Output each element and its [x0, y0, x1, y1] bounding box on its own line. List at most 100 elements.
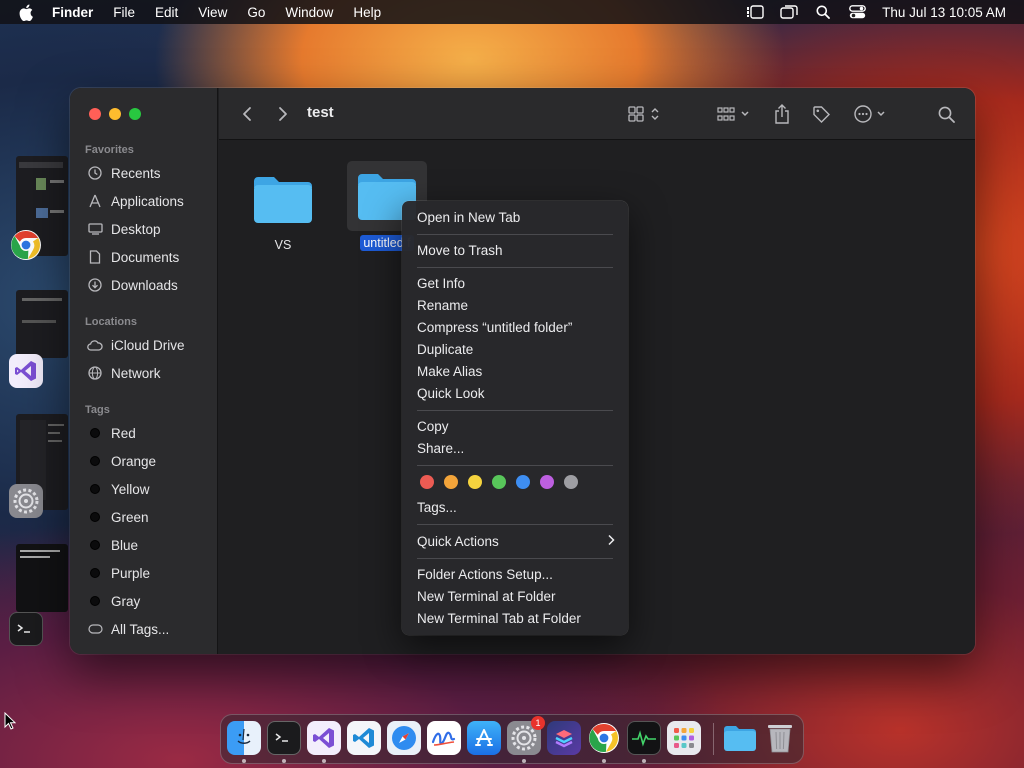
close-button[interactable] — [89, 108, 101, 120]
dock-launchpad-icon[interactable] — [667, 721, 701, 755]
dock-system-settings-icon[interactable]: 1 — [507, 716, 545, 755]
dock-finder-icon[interactable] — [227, 721, 261, 755]
menu-item-folder-actions-setup[interactable]: Folder Actions Setup... — [417, 565, 615, 585]
dock-running-indicator — [322, 759, 326, 763]
terminal-icon[interactable] — [9, 612, 43, 646]
sidebar-item-applications[interactable]: Applications — [87, 190, 212, 212]
tags-button[interactable] — [809, 102, 833, 126]
apple-menu-icon[interactable] — [0, 4, 52, 21]
sidebar-item-label: Blue — [111, 537, 139, 553]
menu-item-tags[interactable]: Tags... — [417, 498, 615, 518]
system-settings-icon[interactable] — [9, 484, 43, 518]
dock-downloads-folder-icon[interactable] — [723, 721, 757, 755]
minimize-button[interactable] — [109, 108, 121, 120]
group-by-button[interactable] — [713, 102, 753, 126]
sidebar-tag-yellow[interactable]: Yellow — [87, 478, 212, 500]
visual-studio-icon[interactable] — [9, 354, 43, 388]
share-button[interactable] — [771, 102, 793, 126]
globe-icon — [87, 365, 103, 381]
tag-dot-icon — [90, 568, 100, 578]
dock-visual-studio-icon[interactable] — [307, 721, 341, 755]
dock-terminal-icon[interactable] — [267, 721, 301, 755]
dock-app-store-icon[interactable] — [467, 721, 501, 755]
screen-mirroring-icon[interactable] — [772, 5, 806, 19]
window-title: test — [307, 104, 334, 121]
more-actions-button[interactable] — [851, 102, 889, 126]
sidebar-item-all-tags[interactable]: All Tags... — [87, 618, 212, 640]
dock-trash-icon[interactable] — [763, 721, 797, 755]
menu-go[interactable]: Go — [237, 5, 275, 20]
menu-item-duplicate[interactable]: Duplicate — [417, 340, 615, 360]
menu-item-make-alias[interactable]: Make Alias — [417, 362, 615, 382]
sidebar-item-label: Purple — [111, 565, 151, 581]
menu-file[interactable]: File — [103, 5, 145, 20]
dock-running-indicator — [282, 759, 286, 763]
stage-manager-icon[interactable] — [738, 5, 772, 19]
chevron-right-icon — [607, 532, 615, 552]
menu-help[interactable]: Help — [343, 5, 391, 20]
spotlight-icon[interactable] — [806, 5, 840, 19]
view-mode-button[interactable] — [624, 102, 664, 126]
menu-item-rename[interactable]: Rename — [417, 296, 615, 316]
sidebar-tag-gray[interactable]: Gray — [87, 590, 212, 612]
sidebar-tag-red[interactable]: Red — [87, 422, 212, 444]
tag-swatch-gray[interactable] — [564, 475, 578, 489]
stage-thumbnail-terminal[interactable] — [16, 544, 68, 612]
download-icon — [87, 277, 103, 293]
zoom-button[interactable] — [129, 108, 141, 120]
menu-window[interactable]: Window — [275, 5, 343, 20]
menu-item-new-terminal-at-folder[interactable]: New Terminal at Folder — [417, 587, 615, 607]
dock-safari-icon[interactable] — [387, 721, 421, 755]
tag-swatch-green[interactable] — [492, 475, 506, 489]
sidebar-item-recents[interactable]: Recents — [87, 162, 212, 184]
tag-swatch-red[interactable] — [420, 475, 434, 489]
tag-swatch-blue[interactable] — [516, 475, 530, 489]
control-center-icon[interactable] — [840, 5, 874, 19]
tag-swatch-orange[interactable] — [444, 475, 458, 489]
back-button[interactable] — [237, 102, 257, 126]
menu-item-compress[interactable]: Compress “untitled folder” — [417, 318, 615, 338]
menu-item-quick-actions[interactable]: Quick Actions — [417, 532, 615, 552]
sidebar-item-icloud-drive[interactable]: iCloud Drive — [87, 334, 212, 356]
forward-button[interactable] — [273, 102, 293, 126]
menu-item-open-in-new-tab[interactable]: Open in New Tab — [417, 208, 615, 228]
dock-activity-monitor-icon[interactable] — [627, 721, 661, 755]
menu-item-quick-look[interactable]: Quick Look — [417, 384, 615, 404]
dock-freeform-icon[interactable] — [427, 721, 461, 755]
app-menu-finder[interactable]: Finder — [52, 5, 103, 20]
menu-separator — [417, 465, 613, 466]
search-button[interactable] — [935, 102, 957, 126]
sidebar-tag-green[interactable]: Green — [87, 506, 212, 528]
sidebar-item-downloads[interactable]: Downloads — [87, 274, 212, 296]
tag-swatch-yellow[interactable] — [468, 475, 482, 489]
dock-vscode-icon[interactable] — [347, 721, 381, 755]
sidebar-item-network[interactable]: Network — [87, 362, 212, 384]
sidebar-item-desktop[interactable]: Desktop — [87, 218, 212, 240]
finder-toolbar: test — [219, 88, 975, 140]
menu-item-new-terminal-tab-at-folder[interactable]: New Terminal Tab at Folder — [417, 609, 615, 629]
menu-item-share[interactable]: Share... — [417, 439, 615, 459]
sidebar-tag-orange[interactable]: Orange — [87, 450, 212, 472]
stage-thumbnail-visual-studio[interactable] — [16, 290, 68, 358]
dock-chrome-icon[interactable] — [587, 721, 621, 755]
search-icon — [938, 106, 955, 123]
folder-item[interactable]: VS — [243, 165, 323, 254]
sidebar-tag-purple[interactable]: Purple — [87, 562, 212, 584]
sidebar-item-documents[interactable]: Documents — [87, 246, 212, 268]
chrome-icon[interactable] — [9, 228, 43, 262]
menubar-clock[interactable]: Thu Jul 13 10:05 AM — [882, 5, 1006, 20]
menu-view[interactable]: View — [188, 5, 237, 20]
tag-icon — [812, 105, 830, 123]
sidebar-item-label: Applications — [111, 193, 184, 209]
sidebar-item-label: Red — [111, 425, 136, 441]
menu-item-copy[interactable]: Copy — [417, 417, 615, 437]
dock-shortcuts-icon[interactable] — [547, 721, 581, 755]
sidebar-item-label: Desktop — [111, 221, 161, 237]
sidebar-item-label: Green — [111, 509, 149, 525]
sidebar-header-locations: Locations — [85, 316, 137, 328]
menu-item-get-info[interactable]: Get Info — [417, 274, 615, 294]
menu-item-move-to-trash[interactable]: Move to Trash — [417, 241, 615, 261]
sidebar-tag-blue[interactable]: Blue — [87, 534, 212, 556]
menu-edit[interactable]: Edit — [145, 5, 188, 20]
tag-swatch-purple[interactable] — [540, 475, 554, 489]
